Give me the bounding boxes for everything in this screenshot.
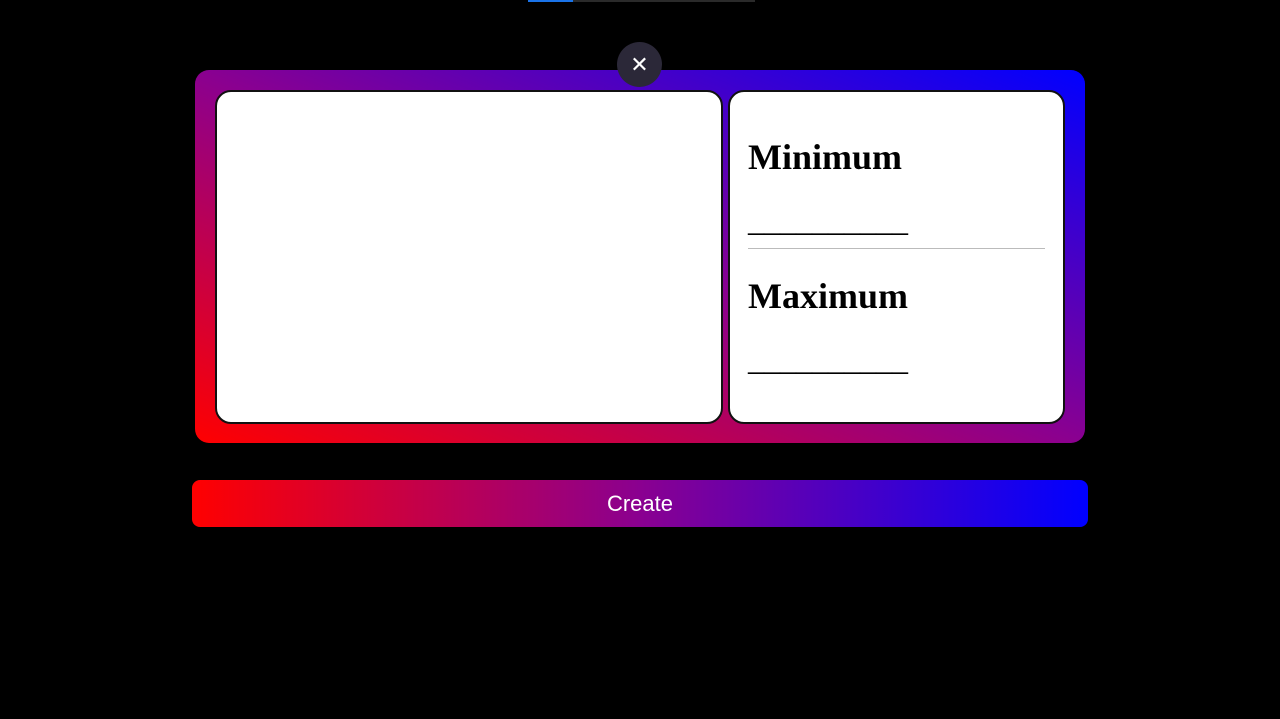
- minimum-label: Minimum: [748, 137, 903, 177]
- progress-fill: [528, 0, 574, 2]
- divider: [748, 248, 1045, 249]
- create-button[interactable]: Create: [192, 480, 1088, 527]
- close-button[interactable]: ✕: [617, 42, 662, 87]
- close-icon: ✕: [630, 51, 649, 77]
- maximum-label: Maximum: [748, 276, 908, 316]
- gradient-panel: Minimum __________ Maximum __________: [195, 70, 1085, 443]
- minimum-value[interactable]: __________: [748, 204, 1045, 248]
- loading-progress-bar: [528, 0, 755, 2]
- range-card: Minimum __________ Maximum __________: [728, 90, 1065, 424]
- preview-card: [215, 90, 723, 424]
- maximum-value[interactable]: __________: [748, 343, 1045, 375]
